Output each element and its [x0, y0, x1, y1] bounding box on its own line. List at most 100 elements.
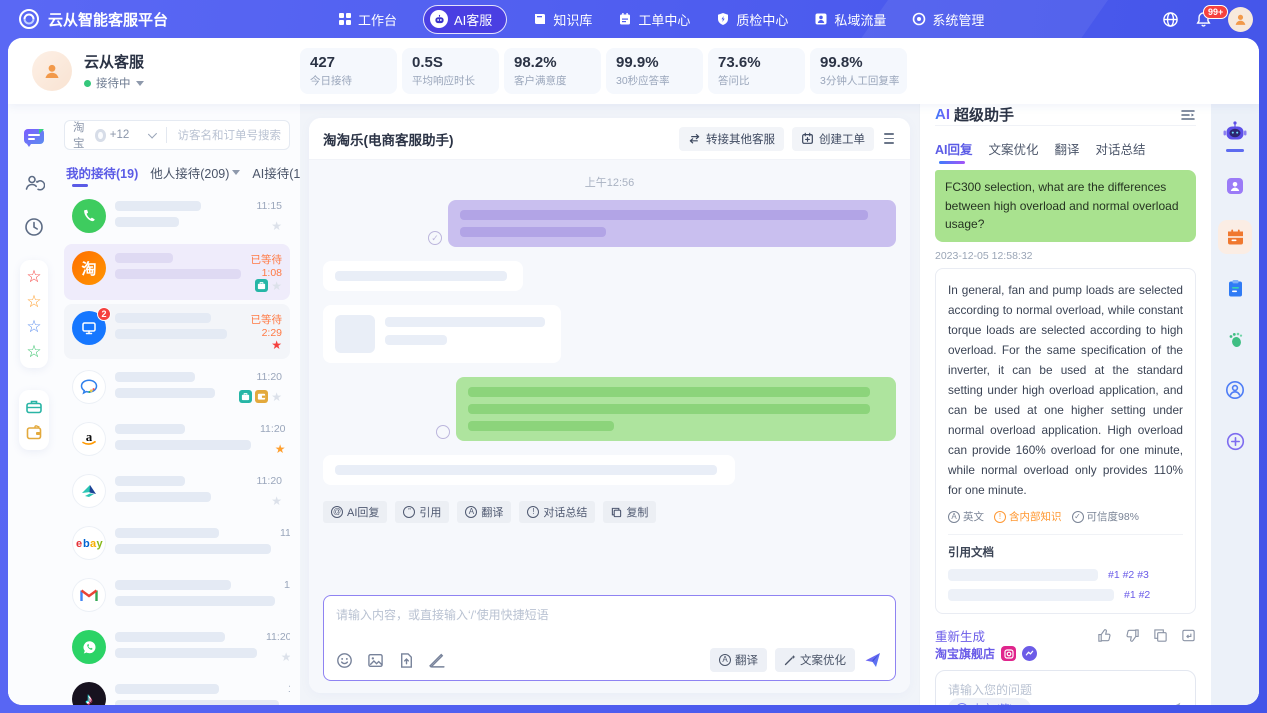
tab-translate[interactable]: 翻译	[1055, 139, 1080, 158]
more-icon[interactable]	[882, 129, 896, 148]
history-icon[interactable]	[23, 216, 45, 238]
notifications[interactable]: 99+	[1195, 11, 1212, 28]
nav-workbench[interactable]: 工作台	[338, 10, 397, 29]
insert-icon[interactable]	[1181, 628, 1196, 643]
star-green-icon[interactable]: ☆	[26, 343, 41, 360]
optimize-copy-button[interactable]: 文案优化	[775, 648, 855, 672]
user-avatar[interactable]	[1228, 7, 1253, 32]
star-icon[interactable]: ★	[275, 443, 286, 455]
chat-sessions-icon[interactable]	[22, 126, 46, 150]
footprint-rail-item[interactable]	[1218, 322, 1252, 356]
nav-label: 质检中心	[736, 10, 788, 29]
transfer-agent-button[interactable]: 转接其他客服	[679, 127, 784, 151]
tab-copy-optimize[interactable]: 文案优化	[989, 139, 1039, 158]
ai-tabs: AI回复 文案优化 翻译 对话总结	[935, 139, 1196, 158]
wallet-icon[interactable]	[25, 424, 43, 442]
transfer-visitors-icon[interactable]	[23, 172, 45, 194]
nav-ticket-center[interactable]: 工单中心	[618, 10, 690, 29]
stat-value: 427	[310, 54, 387, 71]
session-time: 11:20	[266, 631, 290, 643]
ai-send-button[interactable]	[1165, 700, 1183, 705]
list-item[interactable]: 11:20 ★	[64, 623, 290, 671]
nav-ai-service[interactable]: AI客服	[423, 5, 507, 34]
list-item[interactable]: ebay 11:20★	[64, 519, 290, 567]
tab-ai-reply[interactable]: AI回复	[935, 139, 973, 158]
message-input[interactable]: 请输入内容，或直接输入‘/’使用快捷短语	[336, 606, 883, 623]
thumbs-down-icon[interactable]	[1125, 628, 1140, 643]
tab-my-sessions[interactable]: 我的接待(19)	[66, 163, 138, 182]
regenerate-button[interactable]: 重新生成	[935, 626, 985, 645]
nav-system-admin[interactable]: 系统管理	[912, 10, 984, 29]
translate-button[interactable]: A翻译	[710, 648, 767, 672]
star-icon[interactable]: ★	[271, 220, 282, 232]
list-item[interactable]: 11:15★	[64, 192, 290, 240]
emoji-icon[interactable]	[336, 652, 353, 669]
pen-icon[interactable]	[429, 652, 446, 669]
copy-icon[interactable]	[1153, 628, 1168, 643]
ai-title: 超级助手	[954, 104, 1014, 125]
copy-chip[interactable]: 复制	[603, 501, 656, 523]
quote-chip[interactable]: ”引用	[395, 501, 449, 523]
messenger-icon[interactable]	[1022, 646, 1037, 661]
stat-card: 99.9%30秒应答率	[606, 48, 703, 94]
list-item[interactable]: 11:20★	[64, 467, 290, 515]
star-orange-icon[interactable]: ☆	[26, 293, 41, 310]
list-item[interactable]: ♪ 11:20★	[64, 675, 290, 705]
collapse-panel-icon[interactable]	[1180, 107, 1196, 123]
stat-card: 0.5S平均响应时长	[402, 48, 499, 94]
list-item[interactable]: 11:20★	[64, 571, 290, 619]
tab-ai-sessions[interactable]: AI接待(1908)	[252, 163, 300, 182]
ai-assistant-rail-item[interactable]	[1222, 120, 1248, 152]
skeleton-line	[115, 217, 179, 227]
tab-summary[interactable]: 对话总结	[1096, 139, 1146, 158]
star-blue-icon[interactable]: ☆	[26, 318, 41, 335]
star-icon[interactable]: ★	[271, 495, 282, 507]
thumbs-up-icon[interactable]	[1097, 628, 1112, 643]
nav-qa-center[interactable]: 质检中心	[716, 10, 788, 29]
star-icon[interactable]: ★	[271, 391, 282, 403]
ai-question-box[interactable]: 请输入您的问题 A 中文 (简) ×	[935, 670, 1196, 705]
citation-links[interactable]: #1 #2	[1124, 589, 1150, 601]
search-input[interactable]: 访客名和订单号搜索	[178, 127, 282, 143]
ai-panel-header: AI 超级助手	[935, 104, 1196, 126]
nav-private-traffic[interactable]: 私域流量	[814, 10, 886, 29]
instagram-icon[interactable]	[1001, 646, 1016, 661]
send-button[interactable]	[863, 650, 883, 670]
shop-name[interactable]: 淘宝旗舰店	[935, 645, 995, 662]
tab-others-sessions[interactable]: 他人接待(209)	[150, 163, 240, 182]
message-composer[interactable]: 请输入内容，或直接输入‘/’使用快捷短语 A翻译 文案优化	[323, 595, 896, 681]
schedule-rail-item[interactable]	[1218, 220, 1252, 254]
create-ticket-button[interactable]: 创建工单	[792, 127, 874, 151]
skeleton-line	[468, 404, 870, 414]
list-item[interactable]: 淘 已等待1:08 ★	[64, 244, 290, 300]
skeleton-line	[115, 201, 201, 211]
file-icon[interactable]	[398, 652, 415, 669]
agent-circle-rail-item[interactable]	[1218, 373, 1252, 407]
image-icon[interactable]	[367, 652, 384, 669]
star-icon[interactable]: ★	[281, 651, 290, 663]
add-rail-item[interactable]	[1218, 424, 1252, 458]
channel-select[interactable]: 淘宝 +12	[73, 119, 129, 151]
list-item[interactable]: 2 已等待2:29★	[64, 304, 290, 359]
clipboard-rail-item[interactable]	[1218, 271, 1252, 305]
ai-question-input[interactable]: 请输入您的问题	[948, 681, 1183, 698]
list-item[interactable]: a 11:20★	[64, 415, 290, 463]
star-icon[interactable]: ★	[271, 280, 282, 292]
contact-card-rail-item[interactable]	[1218, 169, 1252, 203]
translate-chip[interactable]: A翻译	[457, 501, 511, 523]
nav-knowledge-base[interactable]: 知识库	[533, 10, 592, 29]
list-item[interactable]: 11:20 ★	[64, 363, 290, 411]
citation-links[interactable]: #1 #2 #3	[1108, 569, 1149, 581]
globe-icon[interactable]	[1162, 11, 1179, 28]
right-icon-rail	[1211, 104, 1259, 705]
star-icon[interactable]: ★	[271, 339, 282, 351]
stat-value: 73.6%	[718, 54, 795, 71]
summary-chip[interactable]: !对话总结	[519, 501, 595, 523]
ticket-icon	[618, 12, 632, 26]
briefcase-icon[interactable]	[25, 398, 43, 416]
agent-status-dropdown[interactable]: 接待中	[84, 75, 144, 91]
remove-icon[interactable]: ×	[1017, 703, 1023, 705]
ai-reply-chip[interactable]: @AI回复	[323, 501, 387, 523]
language-chip[interactable]: A 中文 (简) ×	[948, 698, 1031, 705]
star-red-icon[interactable]: ☆	[26, 268, 41, 285]
